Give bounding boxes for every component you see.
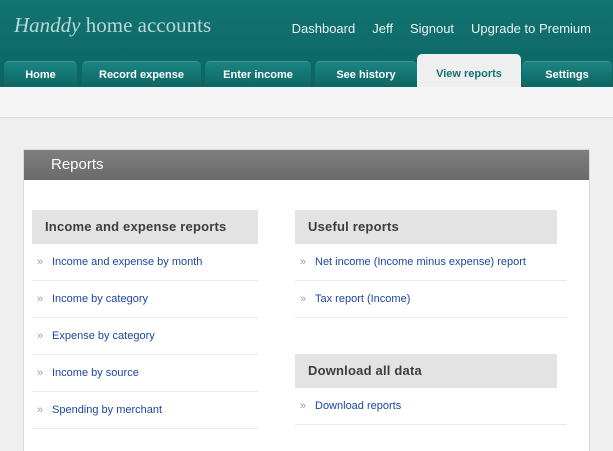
nav-upgrade-link[interactable]: Upgrade to Premium: [471, 21, 591, 36]
report-link-label: Income and expense by month: [52, 256, 203, 268]
report-link-income-by-source[interactable]: » Income by source: [32, 355, 258, 392]
logo-text: home accounts: [85, 13, 212, 37]
tab-view-reports[interactable]: View reports: [417, 54, 521, 87]
subheader-band: [0, 87, 613, 118]
report-link-income-by-category[interactable]: » Income by category: [32, 281, 258, 318]
double-chevron-icon: »: [37, 293, 44, 305]
useful-reports-section: Useful reports » Net income (Income minu…: [295, 210, 567, 318]
double-chevron-icon: »: [37, 256, 44, 268]
app-header: Handdy home accounts Dashboard Jeff Sign…: [0, 0, 613, 87]
tab-enter-income[interactable]: Enter income: [205, 61, 311, 87]
income-expense-reports-section: Income and expense reports » Income and …: [32, 210, 258, 429]
report-link-spending-by-merchant[interactable]: » Spending by merchant: [32, 392, 258, 429]
report-link-label: Tax report (Income): [315, 293, 411, 305]
report-link-expense-by-category[interactable]: » Expense by category: [32, 318, 258, 355]
logo-brand: Handdy: [14, 13, 81, 37]
report-link-label: Income by source: [52, 367, 139, 379]
report-link-income-expense-by-month[interactable]: » Income and expense by month: [32, 244, 258, 281]
double-chevron-icon: »: [37, 367, 44, 379]
logo[interactable]: Handdy home accounts: [14, 13, 211, 38]
reports-panel: Reports Income and expense reports » Inc…: [23, 149, 590, 451]
double-chevron-icon: »: [37, 404, 44, 416]
main-tabs: Home Record expense Enter income See his…: [0, 54, 613, 87]
double-chevron-icon: »: [37, 330, 44, 342]
download-reports-link[interactable]: » Download reports: [295, 388, 567, 425]
report-link-label: Expense by category: [52, 330, 155, 342]
download-data-section: Download all data » Download reports: [295, 354, 567, 425]
section-title: Income and expense reports: [32, 210, 258, 244]
section-title: Download all data: [295, 354, 557, 388]
nav-signout-link[interactable]: Signout: [410, 21, 454, 36]
panel-title: Reports: [24, 150, 589, 180]
report-link-label: Net income (Income minus expense) report: [315, 256, 526, 268]
double-chevron-icon: »: [300, 400, 307, 412]
report-link-tax-report[interactable]: » Tax report (Income): [295, 281, 567, 318]
tab-record-expense[interactable]: Record expense: [82, 61, 201, 87]
report-link-label: Spending by merchant: [52, 404, 163, 416]
double-chevron-icon: »: [300, 256, 307, 268]
top-nav: Dashboard Jeff Signout Upgrade to Premiu…: [275, 21, 591, 36]
nav-user-link[interactable]: Jeff: [372, 21, 393, 36]
tab-see-history[interactable]: See history: [315, 61, 417, 87]
report-link-net-income[interactable]: » Net income (Income minus expense) repo…: [295, 244, 567, 281]
report-link-label: Income by category: [52, 293, 148, 305]
report-link-label: Download reports: [315, 400, 402, 412]
nav-dashboard-link[interactable]: Dashboard: [292, 21, 356, 36]
tab-home[interactable]: Home: [4, 61, 77, 87]
right-column: Useful reports » Net income (Income minu…: [295, 210, 567, 425]
tab-settings[interactable]: Settings: [522, 61, 612, 87]
double-chevron-icon: »: [300, 293, 307, 305]
section-title: Useful reports: [295, 210, 557, 244]
